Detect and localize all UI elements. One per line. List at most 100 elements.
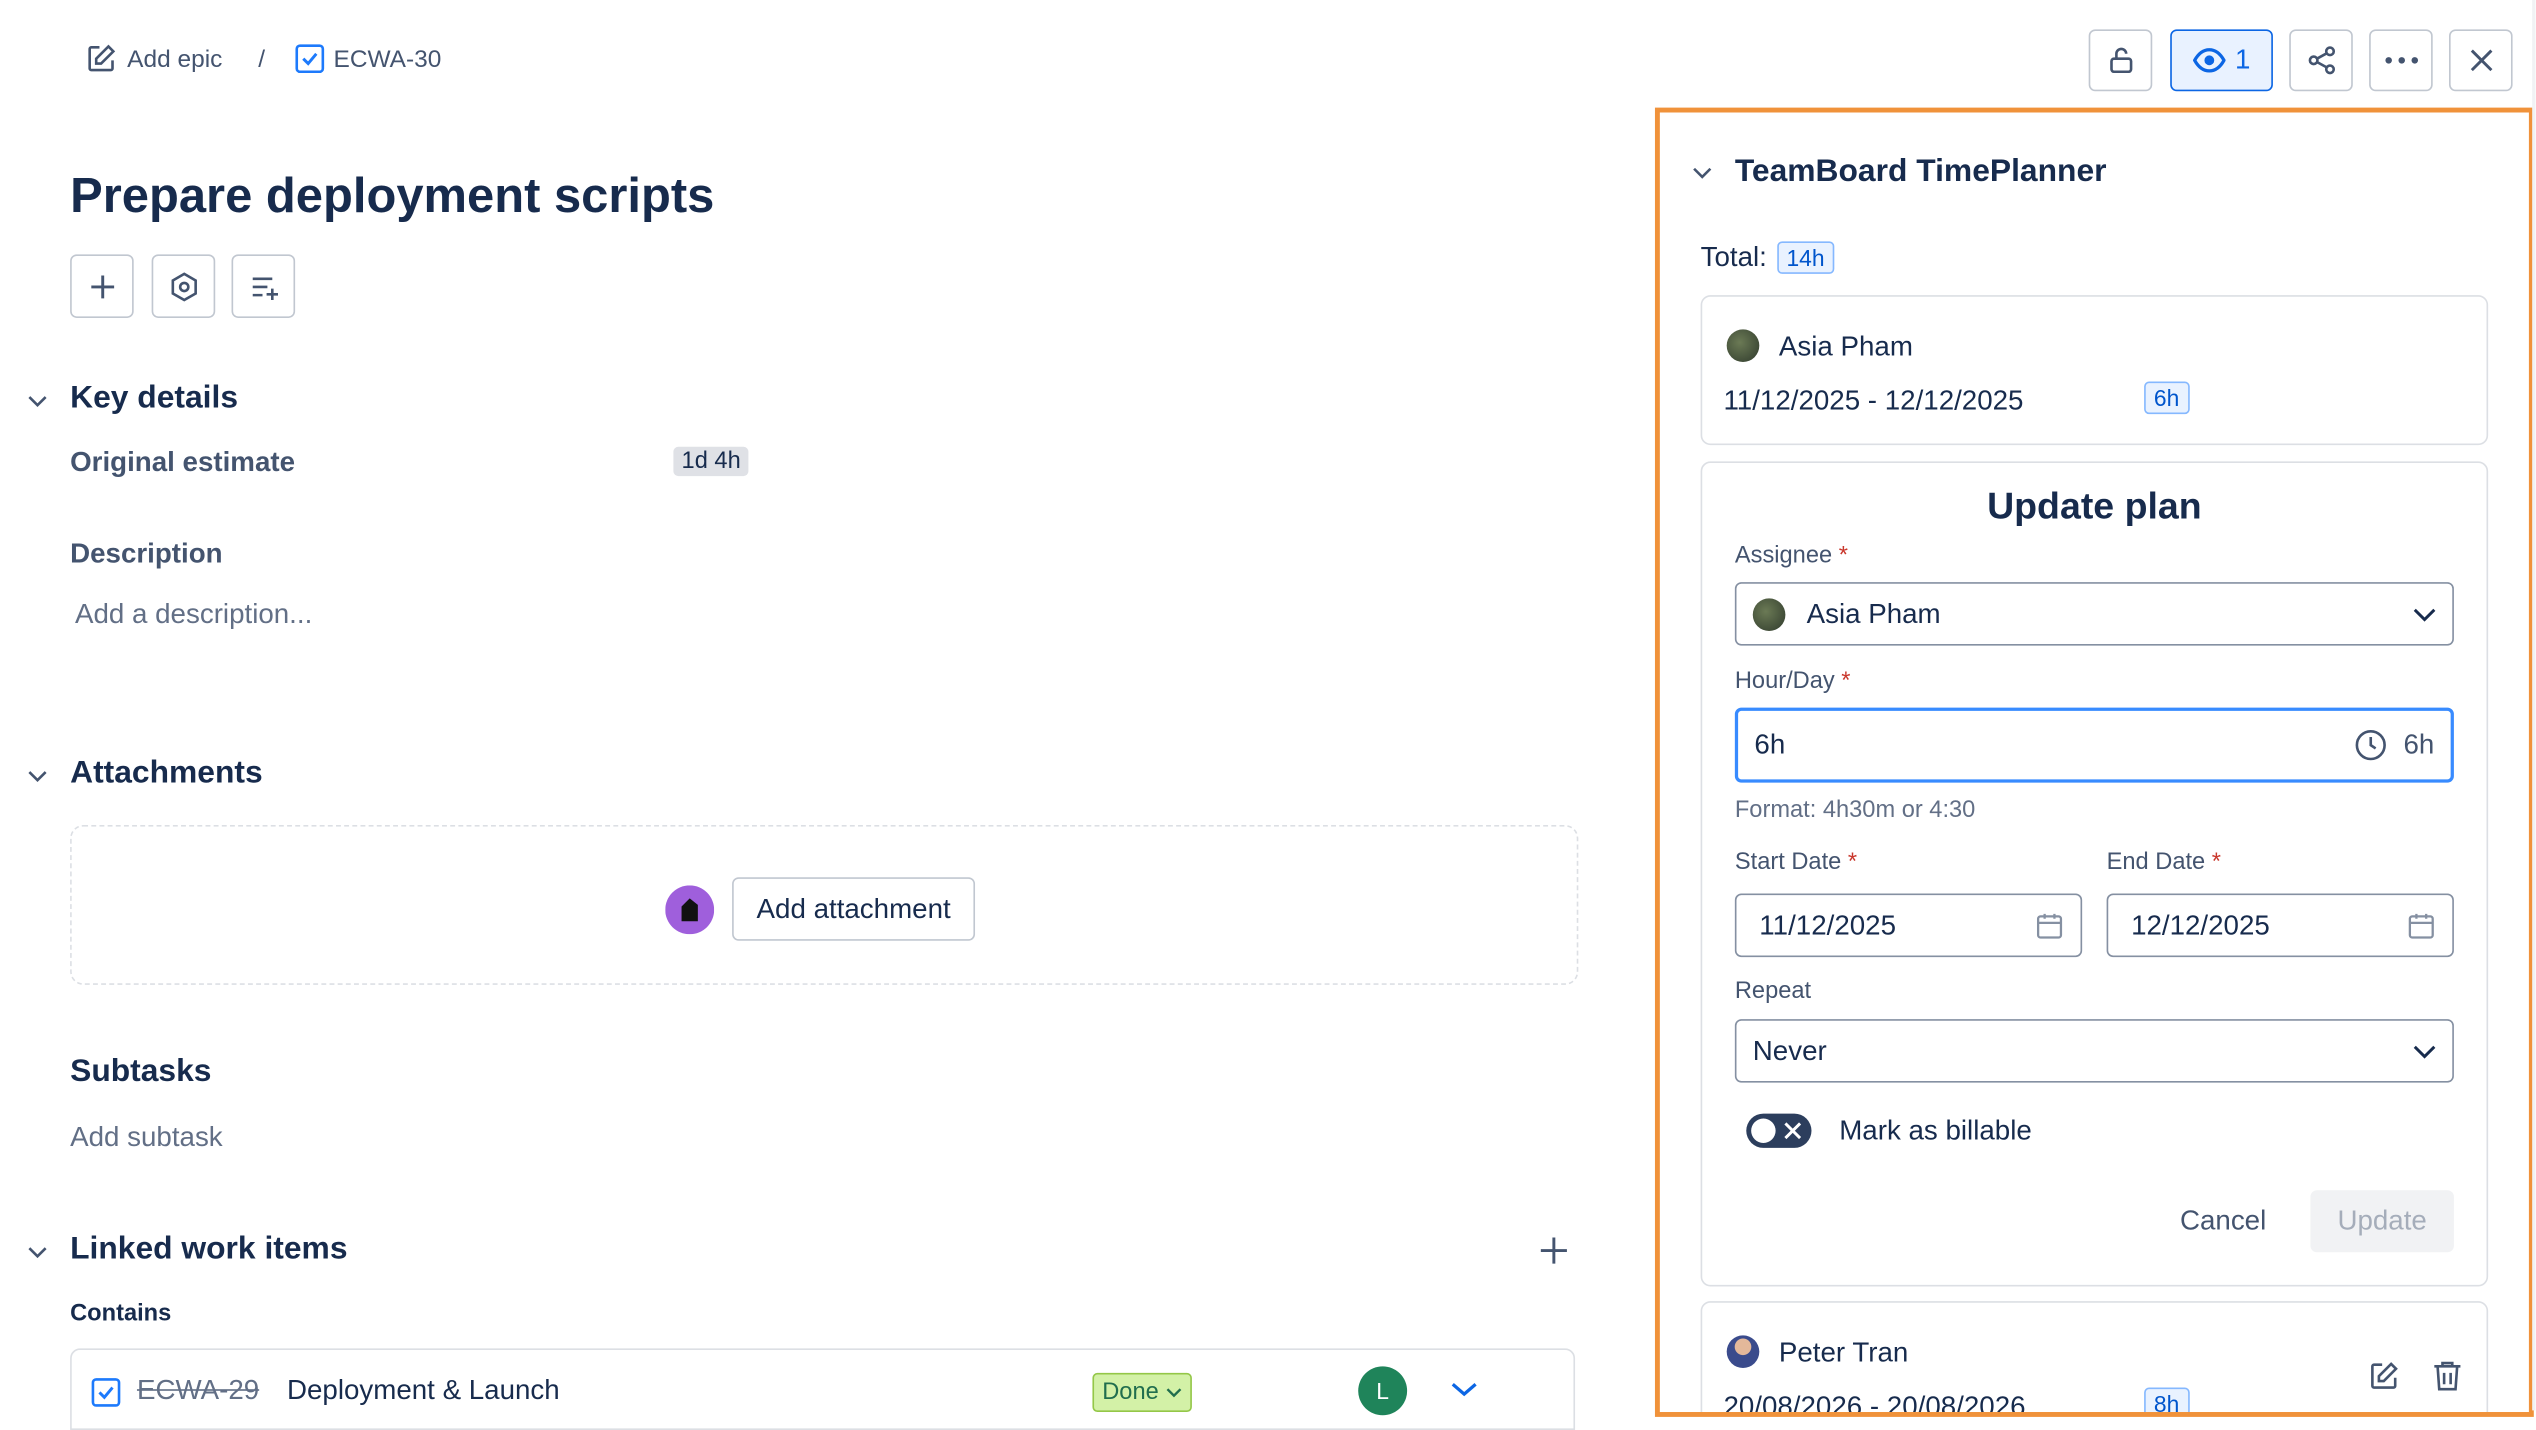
- add-button[interactable]: [70, 254, 134, 318]
- trash-icon[interactable]: [2433, 1360, 2462, 1393]
- add-list-button[interactable]: [231, 254, 296, 318]
- chevron-down-icon: [2413, 606, 2436, 622]
- page-title[interactable]: Prepare deployment scripts: [70, 170, 714, 225]
- issue-key-label: ECWA-30: [333, 44, 442, 73]
- hourday-label: Hour/Day *: [1735, 669, 1851, 695]
- format-hint: Format: 4h30m or 4:30: [1734, 797, 1976, 824]
- end-date-value: 12/12/2025: [2131, 909, 2270, 940]
- plan-assignee-name: Peter Tran: [1778, 1337, 1909, 1368]
- billable-label: Mark as billable: [1839, 1115, 2032, 1147]
- attachment-app-icon: [665, 885, 715, 935]
- total-row: Total: 14h: [1701, 241, 1835, 274]
- more-actions-button[interactable]: [2369, 29, 2433, 92]
- original-estimate-value[interactable]: 1d 4h: [673, 446, 749, 477]
- breadcrumb: Add epic / ECWA-30: [85, 42, 442, 75]
- avatar: [1752, 597, 1786, 631]
- cancel-button[interactable]: Cancel: [2160, 1190, 2285, 1252]
- update-button[interactable]: Update: [2310, 1190, 2454, 1253]
- plus-icon: [87, 271, 116, 300]
- lock-button[interactable]: [2088, 29, 2153, 92]
- add-epic-label: Add epic: [127, 44, 223, 73]
- add-attachment-button[interactable]: Add attachment: [732, 877, 976, 941]
- total-label: Total:: [1700, 241, 1767, 273]
- calendar-icon: [2407, 911, 2436, 940]
- hexagon-settings-icon: [167, 270, 200, 303]
- avatar: [1726, 1335, 1760, 1368]
- watch-button[interactable]: 1: [2170, 29, 2273, 92]
- avatar[interactable]: L: [1358, 1366, 1408, 1416]
- plan-hours-badge: 8h: [2144, 1387, 2190, 1413]
- watch-count: 1: [2235, 44, 2251, 76]
- chevron-down-icon[interactable]: [26, 1241, 49, 1264]
- plan-card[interactable]: Asia Pham 11/12/2025 - 12/12/2025 6h: [1700, 295, 2489, 446]
- start-date-label-text: Start Date: [1734, 849, 1842, 876]
- linked-issue-key[interactable]: ECWA-29: [137, 1375, 259, 1408]
- more-icon: [2383, 55, 2419, 65]
- required-mark: *: [1841, 668, 1851, 695]
- plan-dates: 11/12/2025 - 12/12/2025: [1723, 384, 2024, 416]
- attachments-heading[interactable]: Attachments: [70, 755, 263, 793]
- edit-icon[interactable]: [2367, 1360, 2400, 1393]
- panel-edge: [2532, 0, 2536, 1411]
- required-mark: *: [2211, 849, 2221, 876]
- eye-icon: [2192, 47, 2226, 73]
- assignee-select[interactable]: Asia Pham: [1734, 582, 2454, 646]
- subtasks-heading: Subtasks: [70, 1053, 212, 1090]
- calendar-icon: [2035, 911, 2064, 940]
- apps-button[interactable]: [151, 254, 216, 318]
- required-mark: *: [1838, 542, 1848, 570]
- close-button[interactable]: [2449, 29, 2513, 92]
- repeat-select[interactable]: Never: [1734, 1019, 2454, 1083]
- end-date-label: End Date *: [2107, 849, 2221, 875]
- timeplanner-title[interactable]: TeamBoard TimePlanner: [1735, 153, 2107, 191]
- clock-icon: [2355, 729, 2388, 762]
- plan-dates: 20/08/2026 - 20/08/2026: [1723, 1390, 2026, 1417]
- update-plan-title: Update plan: [1987, 484, 2202, 527]
- linked-issue-summary[interactable]: Deployment & Launch: [287, 1375, 560, 1408]
- list-add-icon: [247, 270, 280, 303]
- add-link-plus-icon[interactable]: [1538, 1234, 1571, 1267]
- timeplanner-panel: TeamBoard TimePlanner Total: 14h Asia Ph…: [1654, 107, 2534, 1417]
- assignee-label-text: Assignee: [1734, 542, 1833, 570]
- chevron-down-icon: [1165, 1384, 1181, 1400]
- add-epic-link[interactable]: Add epic: [85, 42, 223, 75]
- hourday-label-text: Hour/Day: [1734, 668, 1835, 695]
- contains-label: Contains: [70, 1301, 172, 1328]
- add-subtask-link[interactable]: Add subtask: [70, 1122, 223, 1155]
- attachment-dropzone[interactable]: Add attachment: [70, 825, 1579, 985]
- linked-items-heading[interactable]: Linked work items: [70, 1231, 347, 1269]
- avatar: [1726, 329, 1760, 362]
- required-mark: *: [1847, 849, 1858, 876]
- breadcrumb-separator: /: [258, 44, 266, 73]
- description-placeholder[interactable]: Add a description...: [75, 598, 312, 631]
- chevron-down-icon[interactable]: [26, 390, 49, 413]
- chevron-down-icon: [2413, 1043, 2436, 1059]
- repeat-label: Repeat: [1734, 978, 1812, 1005]
- close-icon: [2468, 47, 2494, 73]
- total-hours-badge: 14h: [1776, 241, 1835, 274]
- assignee-label: Assignee *: [1735, 543, 1848, 569]
- share-button[interactable]: [2289, 29, 2353, 92]
- key-details-heading[interactable]: Key details: [70, 380, 238, 418]
- repeat-value: Never: [1752, 1034, 1827, 1066]
- issue-key-link[interactable]: ECWA-30: [294, 44, 442, 74]
- status-badge[interactable]: Done: [1092, 1372, 1192, 1413]
- start-date-value: 11/12/2025: [1759, 909, 1896, 940]
- hourday-input[interactable]: 6h 6h: [1734, 707, 2454, 783]
- end-date-input[interactable]: 12/12/2025: [2106, 893, 2454, 958]
- toggle-knob: [1751, 1118, 1776, 1143]
- table-row[interactable]: ECWA-29 Deployment & Launch Done L: [70, 1348, 1576, 1430]
- status-label: Done: [1102, 1379, 1159, 1406]
- start-date-label: Start Date *: [1735, 849, 1857, 875]
- chevron-down-icon[interactable]: [26, 765, 49, 788]
- plan-assignee-name: Asia Pham: [1778, 330, 1913, 362]
- plan-card[interactable]: Peter Tran 20/08/2026 - 20/08/2026 8h: [1700, 1301, 2489, 1417]
- original-estimate-label: Original estimate: [70, 446, 296, 478]
- share-icon: [2305, 44, 2338, 77]
- plan-hours-badge: 6h: [2144, 381, 2190, 415]
- start-date-input[interactable]: 11/12/2025: [1734, 893, 2083, 958]
- description-heading: Description: [70, 538, 223, 570]
- chevron-down-icon[interactable]: [1691, 161, 1714, 184]
- billable-toggle[interactable]: [1746, 1113, 1812, 1148]
- chevron-down-icon[interactable]: [1450, 1379, 1479, 1399]
